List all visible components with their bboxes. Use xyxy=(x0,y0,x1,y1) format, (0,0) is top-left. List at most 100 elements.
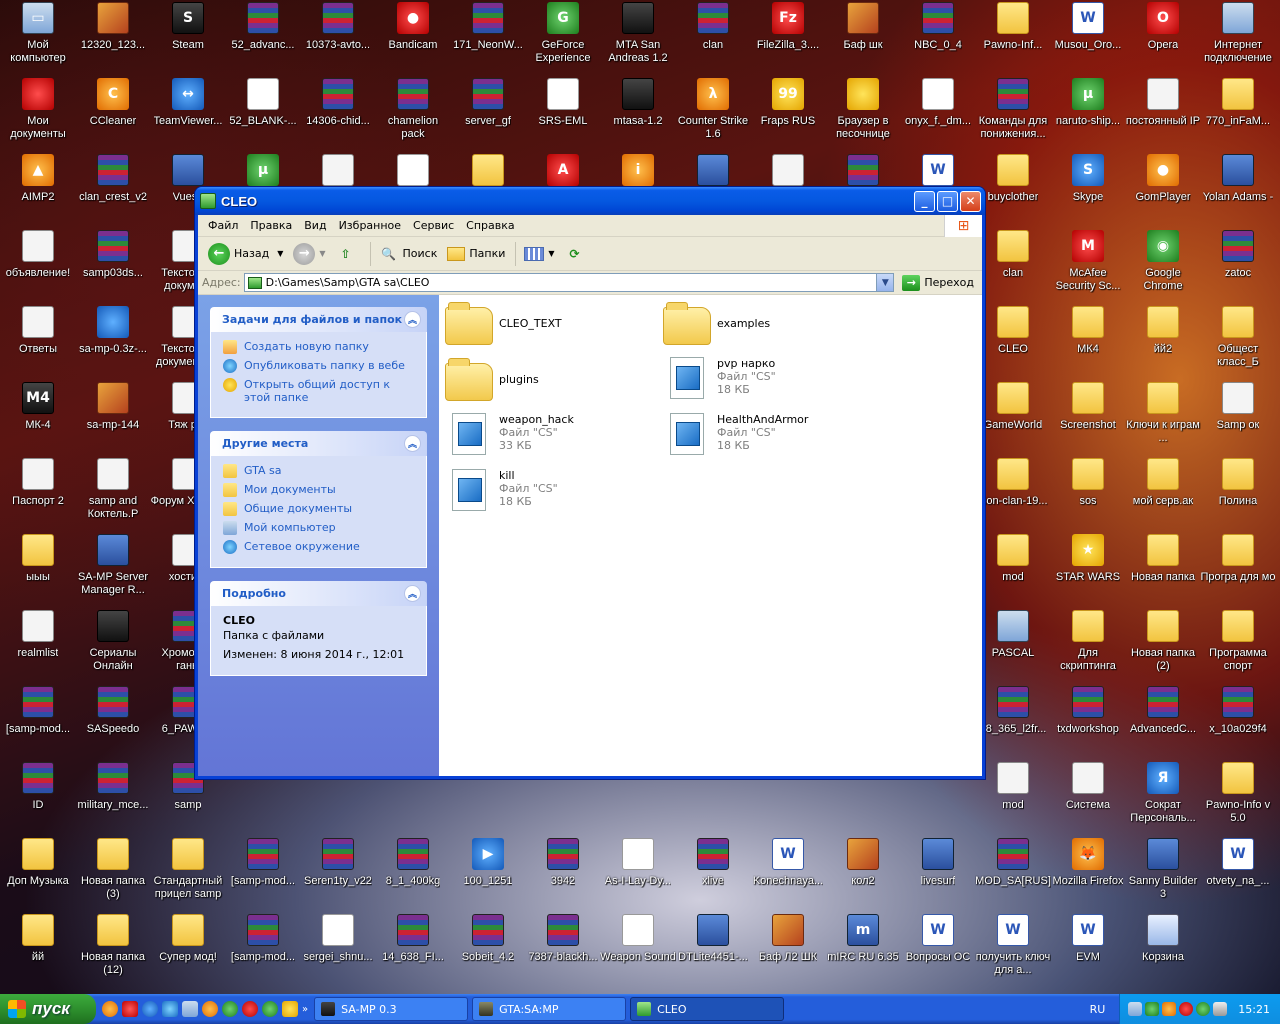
back-dropdown-icon[interactable]: ▼ xyxy=(277,249,283,258)
app-icon[interactable] xyxy=(122,1001,138,1017)
desktop-icon[interactable]: Новая папка xyxy=(1125,532,1201,608)
menu-favorites[interactable]: Избранное xyxy=(333,217,407,234)
explorer-window[interactable]: CLEO _ □ ✕ Файл Правка Вид Избранное Сер… xyxy=(194,186,986,780)
desktop-icon[interactable]: SASpeedo xyxy=(75,684,151,760)
chrome-icon[interactable] xyxy=(142,1001,158,1017)
file-tasks-header[interactable]: Задачи для файлов и папок ︽ xyxy=(210,307,427,332)
minimize-button[interactable]: _ xyxy=(914,190,935,212)
desktop-icon[interactable]: 99 Fraps RUS xyxy=(750,76,826,152)
desktop-icon[interactable]: МК4 xyxy=(1050,304,1126,380)
desktop-icon[interactable]: Команды для понижения... xyxy=(975,76,1051,152)
menu-view[interactable]: Вид xyxy=(298,217,332,234)
chevron-up-icon[interactable]: ︽ xyxy=(404,311,421,328)
desktop-icon[interactable]: Браузер в песочнице xyxy=(825,76,901,152)
desktop-icon[interactable]: мой серв.ак xyxy=(1125,456,1201,532)
desktop-icon[interactable]: Доп Музыка xyxy=(0,836,76,912)
desktop-icon[interactable]: ID xyxy=(0,760,76,836)
desktop-icon[interactable]: 14_638_FI... xyxy=(375,912,451,988)
address-dropdown-icon[interactable]: ▼ xyxy=(876,274,894,291)
app-tray-icon[interactable] xyxy=(1179,1002,1194,1016)
desktop-icon[interactable]: ▶ 100_1251 xyxy=(450,836,526,912)
desktop-icon[interactable]: mtasa-1.2 xyxy=(600,76,676,152)
desktop-icon[interactable]: m mIRC RU 6.35 xyxy=(825,912,901,988)
place-shared-documents[interactable]: Общие документы xyxy=(223,502,416,516)
desktop-icon[interactable]: Стандартный прицел samp xyxy=(150,836,226,912)
expand-chevron-icon[interactable]: » xyxy=(302,1004,308,1015)
desktop-icon[interactable]: xlive xyxy=(675,836,751,912)
title-bar[interactable]: CLEO _ □ ✕ xyxy=(195,187,985,215)
desktop-icon[interactable]: Samp ок xyxy=(1200,380,1276,456)
desktop-icon[interactable]: [samp-mod... xyxy=(225,836,301,912)
desktop-icon[interactable]: CLEO xyxy=(975,304,1051,380)
desktop-icon[interactable]: Новая папка (2) xyxy=(1125,608,1201,684)
desktop-icon[interactable]: mod xyxy=(975,532,1051,608)
desktop-icon[interactable]: Sobeit_4.2 xyxy=(450,912,526,988)
views-button[interactable]: ▼ xyxy=(520,245,558,263)
security-tray-icon[interactable] xyxy=(1145,1002,1160,1016)
desktop-icon[interactable]: йй xyxy=(0,912,76,988)
desktop-icon[interactable]: Система xyxy=(1050,760,1126,836)
folder-item[interactable]: examples xyxy=(663,301,770,345)
desktop-icon[interactable]: NBC_0_4 xyxy=(900,0,976,76)
opera-icon[interactable] xyxy=(242,1001,258,1017)
desktop-icon[interactable]: Seren1ty_v22 xyxy=(300,836,376,912)
desktop-icon[interactable]: Pawno-Info v 5.0 xyxy=(1200,760,1276,836)
desktop-icon[interactable]: Полина xyxy=(1200,456,1276,532)
desktop-icon[interactable]: onyx_f._dm... xyxy=(900,76,976,152)
file-view[interactable]: CLEO_TEXT examples plugins pvp нарко Файл "C… xyxy=(439,295,982,776)
desktop-icon[interactable]: Ответы xyxy=(0,304,76,380)
desktop-icon[interactable]: объявление! xyxy=(0,228,76,304)
network-tray-icon[interactable] xyxy=(1128,1002,1143,1016)
desktop-icon[interactable]: DTLite4451-... xyxy=(675,912,751,988)
up-button[interactable]: ⇧ xyxy=(332,243,364,265)
desktop-icon[interactable]: PASCAL xyxy=(975,608,1051,684)
desktop-icon[interactable]: Программа спорт xyxy=(1200,608,1276,684)
desktop-icon[interactable]: realmlist xyxy=(0,608,76,684)
folders-button[interactable]: Папки xyxy=(443,245,509,263)
desktop-icon[interactable]: постоянный IP xyxy=(1125,76,1201,152)
desktop-icon[interactable]: ★ STAR WARS xyxy=(1050,532,1126,608)
volume-tray-icon[interactable] xyxy=(1213,1002,1228,1016)
desktop-icon[interactable]: Новая папка (3) xyxy=(75,836,151,912)
desktop-icon[interactable]: icon-clan-19... xyxy=(975,456,1051,532)
desktop-icon[interactable]: Sanny Builder 3 xyxy=(1125,836,1201,912)
menu-tools[interactable]: Сервис xyxy=(407,217,460,234)
desktop-icon[interactable]: 52_advanc... xyxy=(225,0,301,76)
maximize-button[interactable]: □ xyxy=(937,190,958,212)
desktop-icon[interactable]: 52_BLANK-... xyxy=(225,76,301,152)
desktop-icon[interactable]: Wполучить ключ для а... xyxy=(975,912,1051,988)
desktop-icon[interactable]: samp03ds... xyxy=(75,228,151,304)
desktop-icon[interactable]: 🦊 Mozilla Firefox xyxy=(1050,836,1126,912)
desktop-icon[interactable]: 10373-avto... xyxy=(300,0,376,76)
desktop-icon[interactable]: Баф Л2 ШК xyxy=(750,912,826,988)
firefox-icon[interactable] xyxy=(202,1001,218,1017)
desktop-icon[interactable]: sergei_shnu... xyxy=(300,912,376,988)
chevron-up-icon[interactable]: ︽ xyxy=(404,435,421,452)
desktop-icon[interactable]: Баф шк xyxy=(825,0,901,76)
desktop-icon[interactable]: M4 МК-4 xyxy=(0,380,76,456)
desktop-icon[interactable]: Програ для мо xyxy=(1200,532,1276,608)
desktop-icon[interactable]: Yolan Adams - xyxy=(1200,152,1276,228)
desktop-icon[interactable]: clan xyxy=(975,228,1051,304)
forward-button[interactable]: → ▼ xyxy=(289,241,329,267)
start-button[interactable]: пуск xyxy=(0,994,96,1024)
address-input[interactable]: D:\Games\Samp\GTA sa\CLEO ▼ xyxy=(243,273,895,292)
folder-item[interactable]: plugins xyxy=(445,357,539,401)
desktop-icon[interactable]: ◉ Google Chrome xyxy=(1125,228,1201,304)
language-indicator[interactable]: RU xyxy=(1090,1003,1106,1016)
file-item[interactable]: pvp нарко Файл "CS" 18 КБ xyxy=(663,357,776,399)
desktop-icon[interactable]: Паспорт 2 xyxy=(0,456,76,532)
desktop-icon[interactable]: 171_NeonW... xyxy=(450,0,526,76)
desktop-icon[interactable]: MOD_SA[RUS] xyxy=(975,836,1051,912)
desktop-icon[interactable]: txdworkshop xyxy=(1050,684,1126,760)
place-my-documents[interactable]: Мои документы xyxy=(223,483,416,497)
desktop-icon[interactable]: λ Counter Strike 1.6 xyxy=(675,76,751,152)
close-button[interactable]: ✕ xyxy=(960,190,981,212)
desktop-icon[interactable]: Корзина xyxy=(1125,912,1201,988)
desktop-icon[interactable]: 3942 xyxy=(525,836,601,912)
desktop-icon[interactable]: µ naruto-ship... xyxy=(1050,76,1126,152)
desktop-icon[interactable]: S Skype xyxy=(1050,152,1126,228)
app-tray-icon[interactable] xyxy=(1162,1002,1177,1016)
forward-dropdown-icon[interactable]: ▼ xyxy=(319,249,325,258)
desktop-icon[interactable]: server_gf xyxy=(450,76,526,152)
